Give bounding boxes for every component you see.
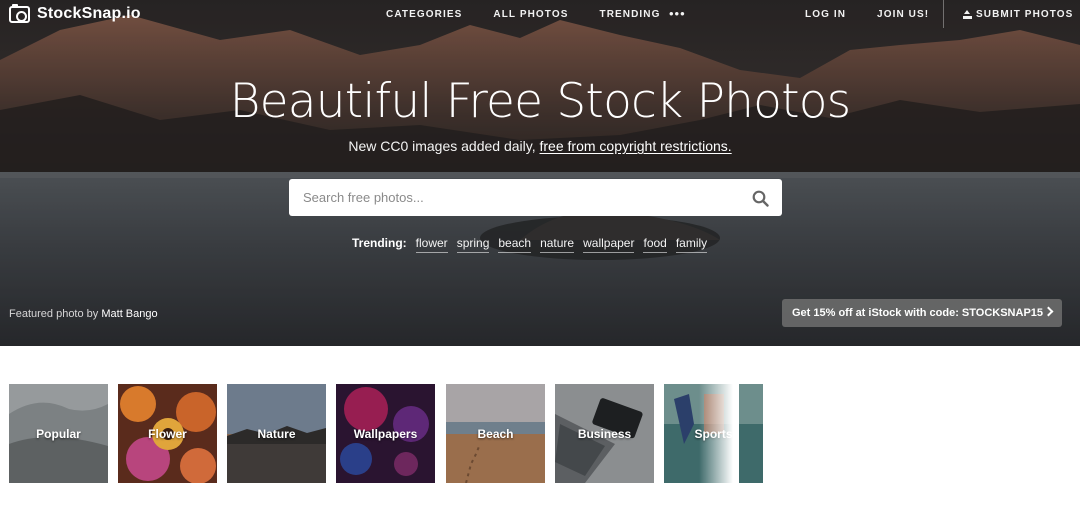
site-logo[interactable]: StockSnap.io <box>9 3 141 23</box>
promo-label: Get 15% off at iStock with code: STOCKSN… <box>792 307 1044 319</box>
category-label: Business <box>577 426 632 441</box>
category-label: Popular <box>36 426 81 441</box>
submit-photos-label: SUBMIT PHOTOS <box>976 9 1074 20</box>
category-popular[interactable]: Popular <box>9 384 108 483</box>
trending-label: Trending: <box>352 236 407 250</box>
nav-divider <box>943 0 944 28</box>
search-box <box>289 179 782 216</box>
category-nature[interactable]: Nature <box>227 384 326 483</box>
istock-promo-button[interactable]: Get 15% off at iStock with code: STOCKSN… <box>782 299 1062 327</box>
search-input[interactable] <box>303 179 743 216</box>
category-label: Flower <box>148 426 187 441</box>
chevron-right-icon <box>1043 306 1054 317</box>
scroll-fade-overlay <box>699 384 739 483</box>
tag-spring[interactable]: spring <box>456 236 490 253</box>
category-label: Wallpapers <box>353 426 418 441</box>
tag-beach[interactable]: beach <box>498 236 532 253</box>
camera-logo-icon <box>9 3 30 23</box>
nav-account-links: LOG IN JOIN US! <box>805 9 929 20</box>
category-flower[interactable]: Flower <box>118 384 217 483</box>
category-business[interactable]: Business <box>555 384 654 483</box>
hero-background-image <box>0 0 1080 346</box>
tag-nature[interactable]: nature <box>540 236 575 253</box>
top-navigation: StockSnap.io CATEGORIES ALL PHOTOS TREND… <box>0 0 1080 30</box>
copyright-link[interactable]: free from copyright restrictions. <box>540 138 732 154</box>
login-link[interactable]: LOG IN <box>805 9 846 20</box>
credit-photographer-link[interactable]: Matt Bango <box>101 308 157 320</box>
more-dots-icon[interactable]: ••• <box>669 6 686 21</box>
submit-photos-button[interactable]: SUBMIT PHOTOS <box>963 9 1073 20</box>
nav-link-trending[interactable]: TRENDING <box>599 9 660 20</box>
logo-text: StockSnap.io <box>37 5 141 22</box>
hero-headline: Beautiful Free Stock Photos <box>229 74 852 129</box>
credit-prefix: Featured photo by <box>9 308 99 320</box>
nav-main-links: CATEGORIES ALL PHOTOS TRENDING <box>386 9 661 20</box>
category-beach[interactable]: Beach <box>446 384 545 483</box>
category-wallpapers[interactable]: Wallpapers <box>336 384 435 483</box>
category-strip: Popular Flower Nature Wallpapers Beach B… <box>9 384 763 483</box>
category-label: Nature <box>257 426 296 441</box>
upload-icon <box>963 10 972 19</box>
nav-link-all-photos[interactable]: ALL PHOTOS <box>493 9 568 20</box>
tag-flower[interactable]: flower <box>415 236 448 253</box>
trending-tags: Trending: flower spring beach nature wal… <box>352 236 708 253</box>
hero-subtitle: New CC0 images added daily, free from co… <box>0 138 1080 154</box>
tag-food[interactable]: food <box>643 236 667 253</box>
hero-subtitle-text: New CC0 images added daily, <box>348 138 540 154</box>
hero-banner: StockSnap.io CATEGORIES ALL PHOTOS TREND… <box>0 0 1080 346</box>
join-link[interactable]: JOIN US! <box>877 9 929 20</box>
tag-family[interactable]: family <box>675 236 708 253</box>
search-icon[interactable] <box>752 190 769 207</box>
nav-link-categories[interactable]: CATEGORIES <box>386 9 462 20</box>
photo-credit: Featured photo by Matt Bango <box>9 308 158 320</box>
tag-wallpaper[interactable]: wallpaper <box>583 236 635 253</box>
category-label: Beach <box>477 426 514 441</box>
